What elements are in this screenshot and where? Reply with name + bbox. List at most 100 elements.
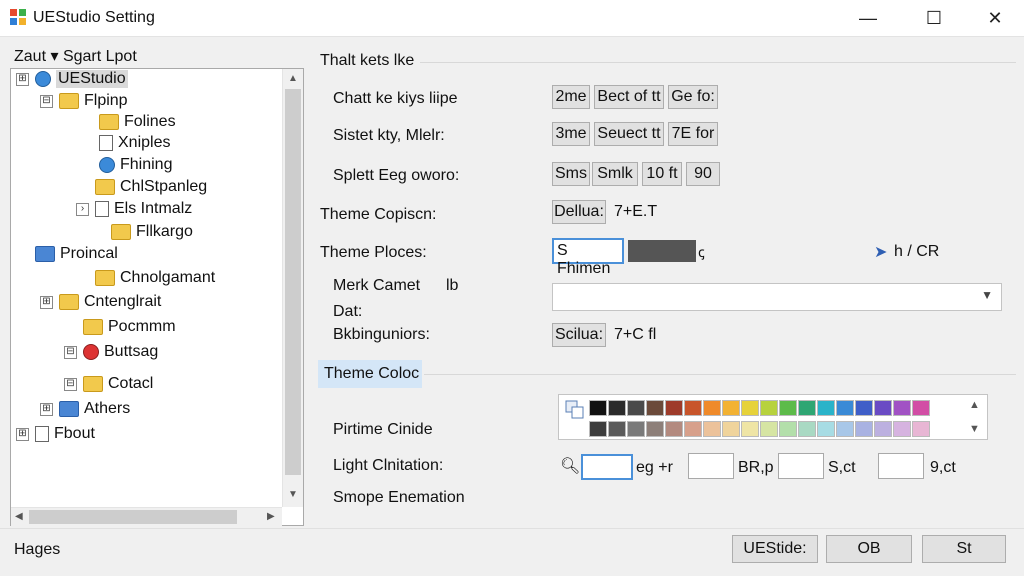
tree-item[interactable]: Fllkargo bbox=[92, 222, 193, 242]
color-swatch[interactable] bbox=[589, 400, 607, 416]
chevron-down-icon[interactable]: ▼ bbox=[981, 288, 993, 302]
color-swatch[interactable] bbox=[646, 400, 664, 416]
color-swatch[interactable] bbox=[836, 400, 854, 416]
tree-item[interactable]: ⊞ Fbout bbox=[16, 424, 95, 444]
row2-button-1[interactable]: 3me bbox=[552, 122, 590, 146]
tree-item[interactable]: Pocmmm bbox=[64, 317, 176, 337]
scroll-down-icon[interactable]: ▼ bbox=[288, 489, 298, 500]
color-swatch[interactable] bbox=[741, 400, 759, 416]
theme-ploces-input[interactable]: S Fhimen bbox=[552, 238, 624, 277]
row2-button-3[interactable]: 7E for bbox=[668, 122, 718, 146]
scroll-right-icon[interactable]: ▶ bbox=[267, 511, 275, 522]
row3-button-4[interactable]: 90 bbox=[686, 162, 720, 186]
tree-item[interactable]: ⊞ UEStudio bbox=[16, 69, 128, 89]
color-swatch[interactable] bbox=[722, 400, 740, 416]
tree-item[interactable]: Folines bbox=[80, 112, 176, 132]
color-swatch[interactable] bbox=[627, 421, 645, 437]
color-swatch[interactable] bbox=[779, 400, 797, 416]
color-swatch[interactable] bbox=[741, 421, 759, 437]
row1-button-3[interactable]: Ge fo: bbox=[668, 85, 718, 109]
tree-item[interactable]: Fhining bbox=[80, 155, 172, 175]
tree-item[interactable]: Chnolgamant bbox=[76, 268, 215, 288]
color-swatch[interactable] bbox=[798, 400, 816, 416]
row2-button-2[interactable]: Seuect tt bbox=[594, 122, 664, 146]
tree-item[interactable]: ⊞ Athers bbox=[40, 399, 130, 419]
tree-item[interactable]: ⊞ Cntenglrait bbox=[40, 292, 161, 312]
tree-horizontal-scrollbar[interactable]: ◀ ▶ bbox=[11, 507, 282, 526]
light-field-2[interactable] bbox=[688, 453, 734, 479]
menu-bar[interactable]: Zaut ▾ Sgart Lpot bbox=[14, 46, 137, 66]
palette-down-icon[interactable]: ▼ bbox=[969, 423, 980, 435]
color-swatch[interactable] bbox=[703, 421, 721, 437]
scroll-up-icon[interactable]: ▲ bbox=[288, 73, 298, 84]
tree-item[interactable]: Xniples bbox=[80, 133, 170, 153]
uestide-button[interactable]: UEStide: bbox=[732, 535, 818, 563]
tree-expander-icon[interactable]: ⊟ bbox=[64, 377, 77, 391]
color-swatch[interactable] bbox=[703, 400, 721, 416]
scrollbar-thumb[interactable] bbox=[29, 510, 237, 524]
color-swatch[interactable] bbox=[855, 421, 873, 437]
color-swatch[interactable] bbox=[589, 421, 607, 437]
color-swatch[interactable] bbox=[817, 400, 835, 416]
tree-item-label: Folines bbox=[124, 113, 176, 130]
record-icon bbox=[83, 344, 99, 360]
tree-expander-icon[interactable]: ⊞ bbox=[16, 427, 29, 441]
tree-item[interactable]: ⊟ Buttsag bbox=[64, 342, 158, 362]
color-swatch[interactable] bbox=[912, 400, 930, 416]
tree-expander-icon[interactable]: ⊞ bbox=[40, 402, 53, 416]
light-field-4[interactable] bbox=[878, 453, 924, 479]
color-swatch[interactable] bbox=[760, 421, 778, 437]
color-swatch[interactable] bbox=[779, 421, 797, 437]
color-swatch[interactable] bbox=[836, 421, 854, 437]
color-swatch[interactable] bbox=[665, 421, 683, 437]
palette-up-icon[interactable]: ▲ bbox=[969, 399, 980, 411]
tree-expander-icon[interactable]: ⊟ bbox=[40, 94, 53, 108]
color-swatch[interactable] bbox=[760, 400, 778, 416]
bkbing-button[interactable]: Scilua: bbox=[552, 323, 606, 347]
row3-button-2[interactable]: Smlk bbox=[592, 162, 638, 186]
tree-item[interactable]: Proincal bbox=[16, 244, 118, 264]
color-swatch[interactable] bbox=[874, 421, 892, 437]
color-swatch[interactable] bbox=[893, 421, 911, 437]
color-swatch[interactable] bbox=[665, 400, 683, 416]
color-swatch[interactable] bbox=[893, 400, 911, 416]
color-swatch[interactable] bbox=[684, 421, 702, 437]
light-field-3[interactable] bbox=[778, 453, 824, 479]
maximize-button[interactable]: ☐ bbox=[916, 4, 952, 32]
ok-button[interactable]: OB bbox=[826, 535, 912, 563]
row1-button-2[interactable]: Bect of tt bbox=[594, 85, 664, 109]
minimize-button[interactable]: — bbox=[850, 4, 886, 32]
tree-expander-icon[interactable]: › bbox=[76, 202, 89, 216]
theme-copison-button[interactable]: Dellua: bbox=[552, 200, 606, 224]
color-swatch[interactable] bbox=[855, 400, 873, 416]
scrollbar-thumb[interactable] bbox=[285, 89, 301, 475]
tree-item[interactable]: ChlStpanleg bbox=[76, 177, 207, 197]
row1-button-1[interactable]: 2me bbox=[552, 85, 590, 109]
light-field-1[interactable] bbox=[581, 454, 633, 480]
color-swatch[interactable] bbox=[817, 421, 835, 437]
color-swatch[interactable] bbox=[798, 421, 816, 437]
row3-button-3[interactable]: 10 ft bbox=[642, 162, 682, 186]
color-swatch[interactable] bbox=[646, 421, 664, 437]
tree-vertical-scrollbar[interactable]: ▲ ▼ bbox=[282, 69, 303, 507]
close-button[interactable]: ✕ bbox=[977, 4, 1013, 32]
merk-camet-combo[interactable]: ▼ bbox=[552, 283, 1002, 311]
color-swatch[interactable] bbox=[608, 400, 626, 416]
color-palette[interactable]: ▲ ▼ bbox=[558, 394, 988, 440]
scroll-left-icon[interactable]: ◀ bbox=[15, 511, 23, 522]
cancel-button[interactable]: St bbox=[922, 535, 1006, 563]
color-swatch[interactable] bbox=[912, 421, 930, 437]
tree-item[interactable]: ⊟ Cotacl bbox=[64, 374, 153, 394]
color-swatch[interactable] bbox=[608, 421, 626, 437]
color-swatch[interactable] bbox=[874, 400, 892, 416]
tree-expander-icon[interactable]: ⊞ bbox=[16, 72, 29, 86]
color-swatch[interactable] bbox=[722, 421, 740, 437]
color-swatch[interactable] bbox=[684, 400, 702, 416]
tree-item[interactable]: ⊟ Flpinp bbox=[40, 91, 128, 111]
color-swatch[interactable] bbox=[627, 400, 645, 416]
tree-item[interactable]: › Els Intmalz bbox=[76, 199, 192, 219]
tree-expander-icon[interactable]: ⊟ bbox=[64, 345, 77, 359]
tab-theme-color[interactable]: Theme Coloc bbox=[318, 360, 422, 388]
row3-button-1[interactable]: Sms bbox=[552, 162, 590, 186]
tree-expander-icon[interactable]: ⊞ bbox=[40, 295, 53, 309]
